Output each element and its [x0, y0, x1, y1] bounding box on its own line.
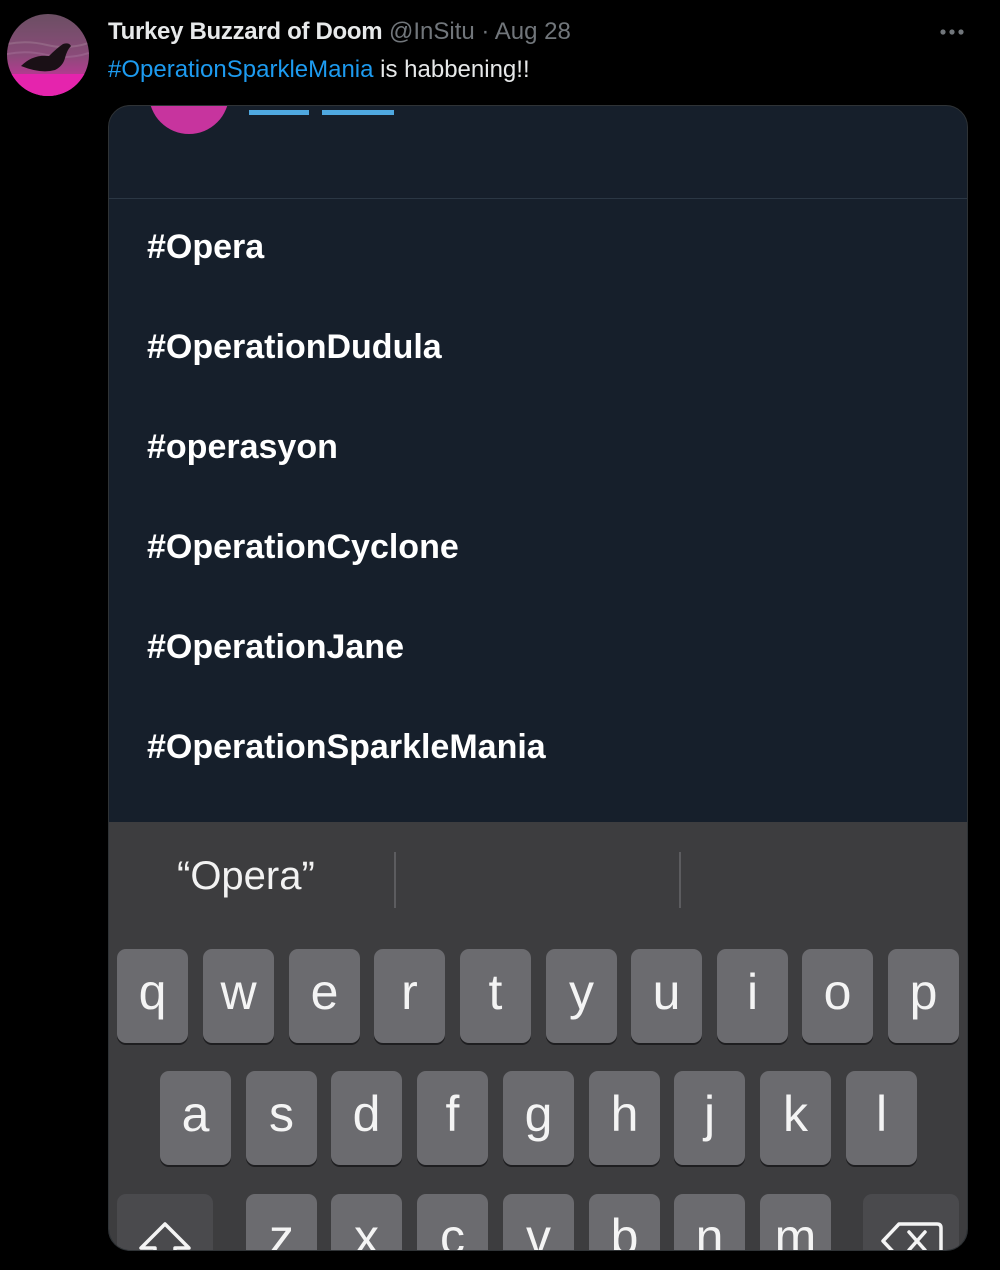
- suggestion-item: #OperationJane: [147, 628, 404, 666]
- key: x: [331, 1194, 402, 1250]
- key: t: [460, 949, 531, 1043]
- predictive-word: “Opera”: [177, 854, 315, 898]
- suggestion-item: #OperationDudula: [147, 328, 442, 366]
- key: o: [802, 949, 873, 1043]
- predictive-divider: [394, 852, 396, 908]
- key: h: [589, 1071, 660, 1165]
- screenshot-header: [109, 106, 967, 199]
- key: m: [760, 1194, 831, 1250]
- screenshot-avatar: [149, 106, 229, 134]
- hashtag-link[interactable]: #OperationSparkleMania: [108, 56, 374, 83]
- tweet-date[interactable]: Aug 28: [495, 18, 571, 45]
- key: b: [589, 1194, 660, 1250]
- tweet-text: #OperationSparkleMania is habbening!!: [108, 54, 530, 86]
- key: q: [117, 949, 188, 1043]
- predictive-bar: “Opera”: [109, 822, 967, 934]
- shift-arrow-icon: [117, 1194, 213, 1250]
- predictive-divider: [679, 852, 681, 908]
- screenshot-underline: [249, 110, 309, 115]
- key: k: [760, 1071, 831, 1165]
- hashtag-suggestions: #Opera #OperationDudula #operasyon #Oper…: [109, 199, 967, 799]
- key: y: [546, 949, 617, 1043]
- display-name[interactable]: Turkey Buzzard of Doom: [108, 18, 383, 45]
- key: j: [674, 1071, 745, 1165]
- tweet-media-image[interactable]: #Opera #OperationDudula #operasyon #Oper…: [108, 105, 968, 1251]
- key: c: [417, 1194, 488, 1250]
- key: r: [374, 949, 445, 1043]
- key: p: [888, 949, 959, 1043]
- tweet-text-rest: is habbening!!: [373, 56, 530, 83]
- suggestion-item: #OperationCyclone: [147, 528, 459, 566]
- key: v: [503, 1194, 574, 1250]
- backspace-icon: [863, 1194, 959, 1250]
- suggestion-item: #operasyon: [147, 428, 338, 466]
- screenshot-underline: [322, 110, 394, 115]
- more-dots-icon[interactable]: [938, 20, 968, 44]
- user-handle[interactable]: @InSitu: [389, 18, 475, 45]
- key: e: [289, 949, 360, 1043]
- key: s: [246, 1071, 317, 1165]
- key: f: [417, 1071, 488, 1165]
- key: z: [246, 1194, 317, 1250]
- key: w: [203, 949, 274, 1043]
- key: i: [717, 949, 788, 1043]
- separator-dot: ·: [481, 18, 490, 45]
- key: g: [503, 1071, 574, 1165]
- key: n: [674, 1194, 745, 1250]
- tweet-header: Turkey Buzzard of Doom @InSitu · Aug 28: [108, 17, 571, 47]
- tweet[interactable]: Turkey Buzzard of Doom @InSitu · Aug 28 …: [0, 0, 1000, 1270]
- key: l: [846, 1071, 917, 1165]
- suggestion-item: #OperationSparkleMania: [147, 728, 546, 766]
- onscreen-keyboard: “Opera” q w e r t y u i o p a s d f g h …: [109, 822, 967, 1250]
- suggestion-item: #Opera: [147, 228, 265, 266]
- key: a: [160, 1071, 231, 1165]
- key: d: [331, 1071, 402, 1165]
- key: u: [631, 949, 702, 1043]
- avatar[interactable]: [7, 14, 89, 96]
